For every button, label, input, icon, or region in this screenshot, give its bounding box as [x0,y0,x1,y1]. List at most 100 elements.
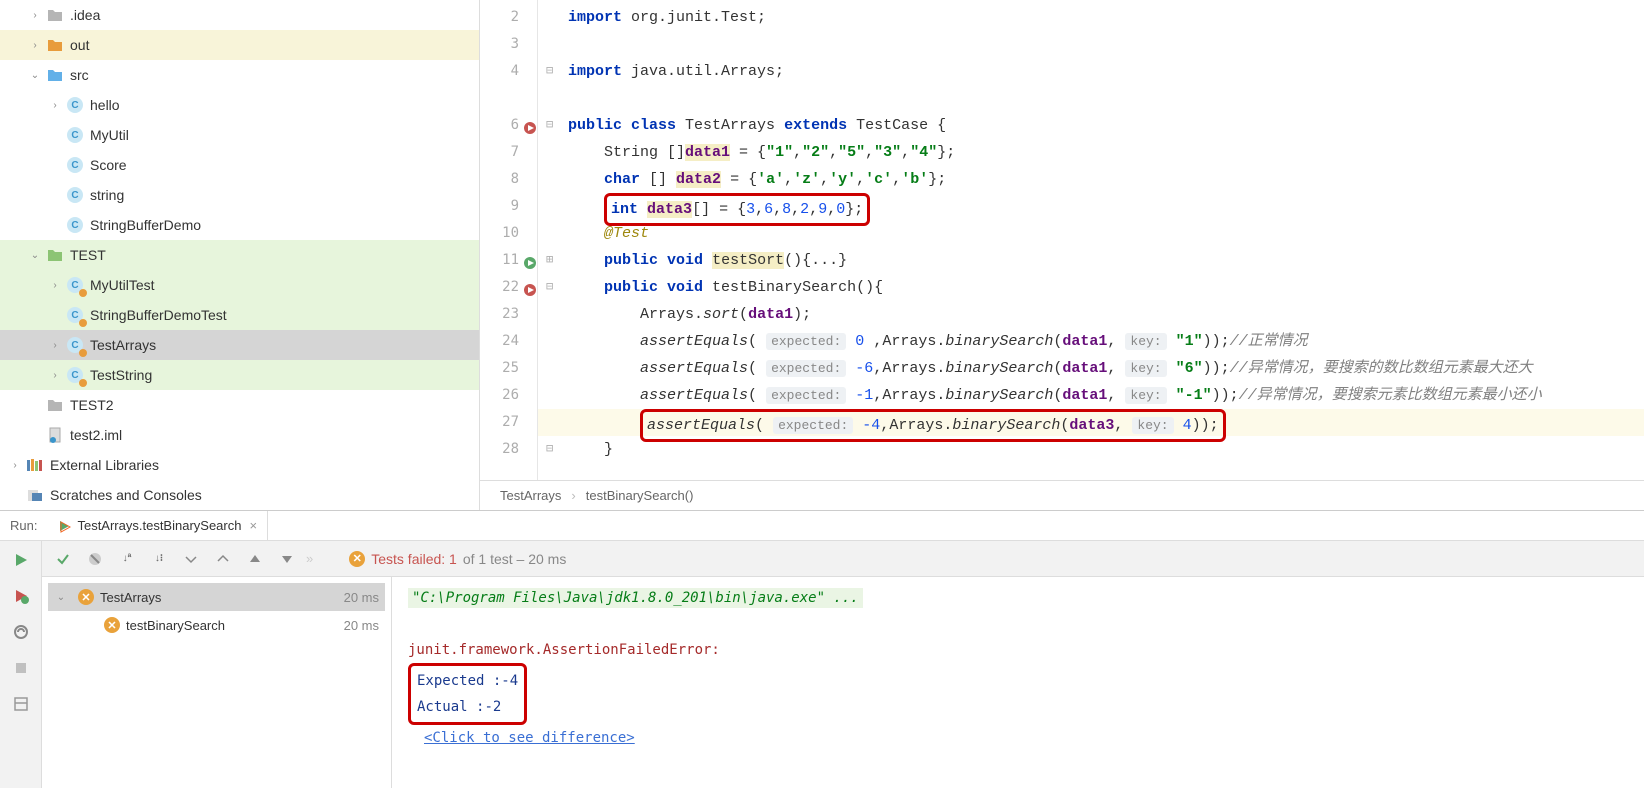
chevron-right-icon[interactable]: › [48,98,62,112]
gutter-line[interactable]: 4 [480,58,537,85]
code-line[interactable]: Arrays.sort(data1); [538,301,1644,328]
tree-item-label: StringBufferDemo [90,217,201,233]
tree-item-external-libraries[interactable]: › External Libraries [0,450,479,480]
gutter-line[interactable]: 9 [480,193,537,220]
gutter-line[interactable]: 2 [480,4,537,31]
test-tree[interactable]: ⌄✕TestArrays20 ms✕testBinarySearch20 ms [42,577,392,788]
breadcrumb[interactable]: TestArrays › testBinarySearch() [480,480,1644,510]
diff-link[interactable]: <Click to see difference> [424,730,635,746]
run-tab[interactable]: TestArrays.testBinarySearch × [47,511,268,540]
tree-item--idea[interactable]: ›.idea [0,0,479,30]
breadcrumb-class[interactable]: TestArrays [500,488,561,503]
gutter-line[interactable]: 3 [480,31,537,58]
tree-item-src[interactable]: ⌄src [0,60,479,90]
tree-item-test2-iml[interactable]: test2.iml [0,420,479,450]
gutter-line[interactable]: 8 [480,166,537,193]
tree-item-myutil[interactable]: CMyUtil [0,120,479,150]
chevron-right-icon[interactable]: › [48,338,62,352]
run-fail-icon[interactable] [523,118,537,132]
tree-item-teststring[interactable]: ›CTestString [0,360,479,390]
close-icon[interactable]: × [249,518,257,533]
class-test-icon: C [66,336,84,354]
code-body[interactable]: import org.junit.Test; ⊟import java.util.… [538,0,1644,480]
tree-item-myutiltest[interactable]: ›CMyUtilTest [0,270,479,300]
sort-duration-button[interactable]: ↓⁝ [146,546,172,572]
layout-button[interactable] [10,693,32,715]
chevron-down-icon[interactable]: ⌄ [28,248,42,262]
test-class-row[interactable]: ⌄✕TestArrays20 ms [48,583,385,611]
code-line[interactable]: ⊞ public void testSort(){...} [538,247,1644,274]
chevron-right-icon[interactable]: › [28,8,42,22]
chevron-none-icon [48,128,62,142]
gutter-line[interactable]: 23 [480,301,537,328]
expand-all-button[interactable] [178,546,204,572]
gutter-line[interactable]: 11 [480,247,537,274]
code-line[interactable]: ⊟public class TestArrays extends TestCas… [538,112,1644,139]
rerun-button[interactable] [10,549,32,571]
fold-icon[interactable]: ⊟ [546,58,553,85]
collapse-all-button[interactable] [210,546,236,572]
next-fail-button[interactable] [274,546,300,572]
tests-failed-text: Tests failed: 1 [371,551,457,567]
code-line[interactable]: assertEquals( expected: -4,Arrays.binary… [538,409,1644,436]
run-fail-icon[interactable] [523,280,537,294]
tree-item-out[interactable]: ›out [0,30,479,60]
code-line[interactable]: assertEquals( expected: -6,Arrays.binary… [538,355,1644,382]
folder-blue-icon [46,66,64,84]
fold-icon[interactable]: ⊟ [546,274,553,301]
chevron-right-icon[interactable]: › [28,38,42,52]
fold-icon[interactable]: ⊞ [546,247,553,274]
tree-item-score[interactable]: CScore [0,150,479,180]
tree-item-test[interactable]: ⌄TEST [0,240,479,270]
chevron-right-icon[interactable]: › [48,368,62,382]
code-line[interactable] [538,31,1644,58]
code-line[interactable]: import org.junit.Test; [538,4,1644,31]
code-line[interactable]: assertEquals( expected: 0 ,Arrays.binary… [538,328,1644,355]
tree-item-testarrays[interactable]: ›CTestArrays [0,330,479,360]
rerun-failed-button[interactable] [10,585,32,607]
gutter-line[interactable]: 28 [480,436,537,463]
prev-fail-button[interactable] [242,546,268,572]
tree-item-label: StringBufferDemoTest [90,307,227,323]
project-tree[interactable]: ›.idea›out⌄src›ChelloCMyUtilCScoreCstrin… [0,0,480,510]
code-line[interactable]: ⊟import java.util.Arrays; [538,58,1644,85]
chevron-none-icon [48,158,62,172]
code-line[interactable]: int data3[] = {3,6,8,2,9,0}; [538,193,1644,220]
code-line[interactable]: ⊟ public void testBinarySearch(){ [538,274,1644,301]
gutter-line[interactable]: 26 [480,382,537,409]
tree-item-test2[interactable]: TEST2 [0,390,479,420]
run-pass-icon[interactable] [523,253,537,267]
gutter-line[interactable]: 6 [480,112,537,139]
show-passed-button[interactable] [50,546,76,572]
gutter-line[interactable]: 10 [480,220,537,247]
gutter-line[interactable]: 25 [480,355,537,382]
chevron-right-icon[interactable]: › [48,278,62,292]
test-method-row[interactable]: ✕testBinarySearch20 ms [48,611,385,639]
chevron-down-icon[interactable]: ⌄ [54,590,68,604]
code-line[interactable]: char [] data2 = {'a','z','y','c','b'}; [538,166,1644,193]
tree-item-label: External Libraries [50,457,159,473]
sort-alpha-button[interactable]: ↓ª [114,546,140,572]
code-line[interactable] [538,85,1644,112]
breadcrumb-method[interactable]: testBinarySearch() [586,488,694,503]
show-ignored-button[interactable] [82,546,108,572]
fold-icon[interactable]: ⊟ [546,436,553,463]
tree-item-string[interactable]: Cstring [0,180,479,210]
toggle-auto-button[interactable] [10,621,32,643]
tree-item-stringbufferdemotest[interactable]: CStringBufferDemoTest [0,300,479,330]
stop-button[interactable] [10,657,32,679]
fold-icon[interactable]: ⊟ [546,112,553,139]
gutter-line[interactable]: 27 [480,409,537,436]
code-line[interactable]: assertEquals( expected: -1,Arrays.binary… [538,382,1644,409]
chevron-down-icon[interactable]: ⌄ [28,68,42,82]
chevron-right-icon[interactable]: › [8,458,22,472]
tree-item-hello[interactable]: ›Chello [0,90,479,120]
gutter-line[interactable]: 22 [480,274,537,301]
gutter-line[interactable] [480,85,537,112]
gutter-line[interactable]: 24 [480,328,537,355]
gutter-line[interactable]: 7 [480,139,537,166]
code-line[interactable]: String []data1 = {"1","2","5","3","4"}; [538,139,1644,166]
tree-item-scratches-and-consoles[interactable]: Scratches and Consoles [0,480,479,510]
tree-item-stringbufferdemo[interactable]: CStringBufferDemo [0,210,479,240]
console-output[interactable]: "C:\Program Files\Java\jdk1.8.0_201\bin\… [392,577,1644,788]
